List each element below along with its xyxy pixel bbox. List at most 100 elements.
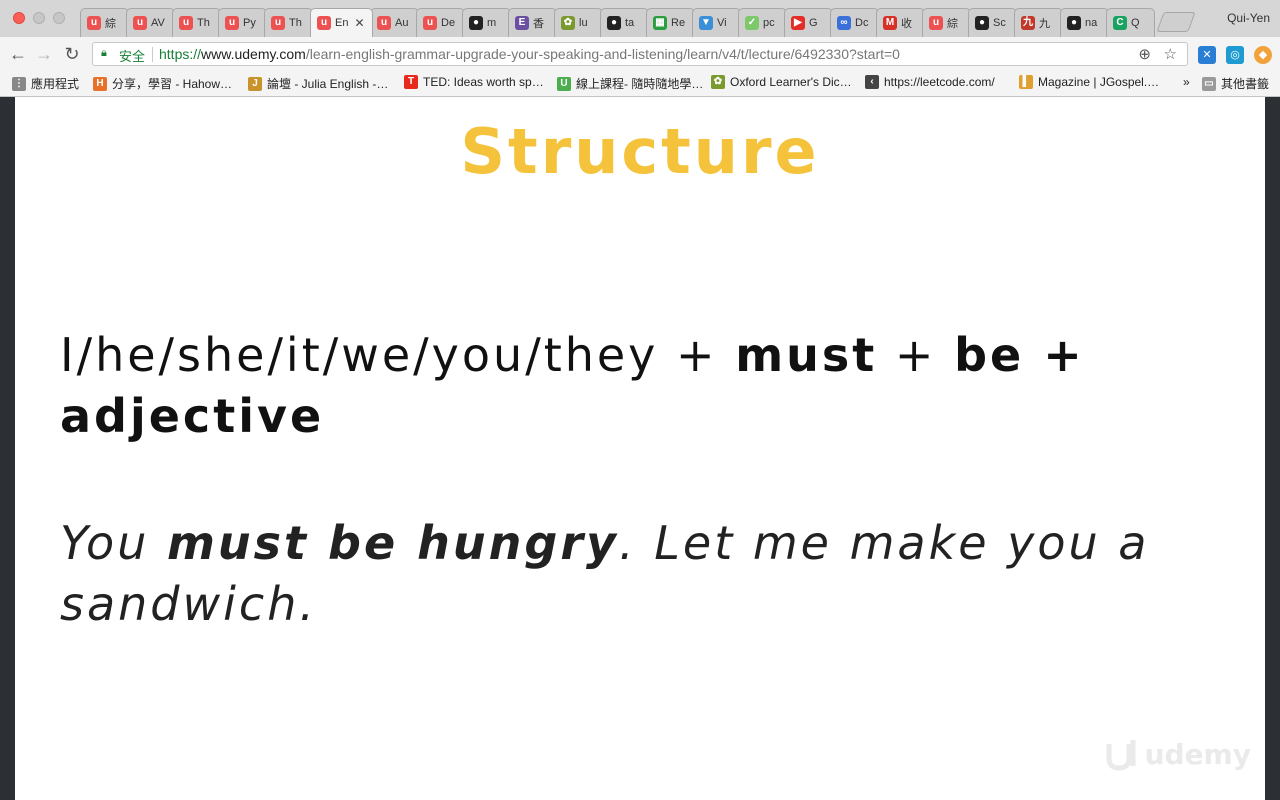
tab-8[interactable]: ● m — [462, 8, 511, 37]
tab-19[interactable]: ● Sc — [968, 8, 1017, 37]
bookmark-item[interactable]: ⋮ 應用程式 — [12, 75, 79, 92]
url-host: www.udemy.com — [201, 46, 306, 62]
tab-22[interactable]: CQ — [1106, 8, 1155, 37]
tab-5[interactable]: u En ✕ — [310, 8, 373, 37]
tab-10[interactable]: ✿ lu — [554, 8, 603, 37]
bookmark-item[interactable]: H 分享，學習 - Hahow… — [93, 75, 232, 92]
clover-icon: ✿ — [711, 75, 725, 89]
leetcode-icon: ‹ — [865, 75, 879, 89]
udemy-icon: u — [225, 16, 239, 30]
bookmark-star-icon[interactable]: ☆ — [1164, 45, 1177, 63]
tab-1[interactable]: u AV — [126, 8, 175, 37]
extension-camera-icon[interactable]: ◎ — [1226, 46, 1244, 64]
tab-20[interactable]: 九九 — [1014, 8, 1063, 37]
udemy-icon: u — [377, 16, 391, 30]
bookmark-item[interactable]: ▌ Magazine | JGospel.… — [1019, 75, 1159, 89]
lock-icon: 🔒︎ — [101, 47, 107, 59]
tab-label: m — [487, 17, 497, 29]
bookmarks-overflow-button[interactable]: » — [1183, 75, 1190, 89]
tab-18[interactable]: u綜 — [922, 8, 971, 37]
youtube-icon: ▶ — [791, 16, 805, 30]
tab-21[interactable]: ● na — [1060, 8, 1109, 37]
back-button[interactable]: ← — [8, 44, 28, 64]
url-path: /learn-english-grammar-upgrade-your-spea… — [305, 46, 900, 62]
filter-icon: ▼ — [699, 16, 713, 30]
bookmark-label: 應用程式 — [31, 77, 80, 91]
tab-label: Sc — [993, 17, 1006, 29]
tab-0[interactable]: u綜 — [80, 8, 129, 37]
lecture-slide: Structure I/he/she/it/we/you/they + must… — [15, 97, 1265, 800]
bookmark-item[interactable]: U 線上課程- 隨時隨地學… — [557, 75, 703, 92]
url-scheme: https:// — [159, 46, 202, 62]
tab-7[interactable]: u De — [416, 8, 465, 37]
tab-17[interactable]: M收 — [876, 8, 925, 37]
tab-label: Th — [289, 17, 302, 29]
tab-9[interactable]: E香 — [508, 8, 557, 37]
tab-15[interactable]: ▶ G — [784, 8, 833, 37]
extension-orange-icon[interactable]: ◆ — [1254, 46, 1272, 64]
udemy-icon: u — [179, 16, 193, 30]
gmail-icon: M — [883, 16, 897, 30]
tab-label: Au — [395, 17, 409, 29]
address-bar[interactable]: 🔒︎ 安全 https://www.udemy.com/learn-englis… — [92, 42, 1188, 66]
bookmark-label: 線上課程- 隨時隨地學… — [576, 77, 704, 91]
plus-sign: + — [877, 328, 955, 382]
tab-13[interactable]: ▼ Vi — [692, 8, 741, 37]
folder-icon: ▭ — [1202, 76, 1216, 91]
bookmark-item[interactable]: J 論壇 - Julia English -… — [248, 75, 388, 92]
bookmark-label: Magazine | JGospel.… — [1038, 75, 1160, 89]
tab-label: Re — [671, 17, 686, 29]
zoom-icon[interactable]: ⊕ — [1138, 45, 1151, 63]
bookmark-label: Oxford Learner's Dic… — [730, 75, 852, 89]
other-bookmarks-folder[interactable]: ▭ 其他書籤 — [1202, 75, 1269, 92]
tab-label: De — [441, 17, 456, 29]
tab-list: u 綜 u AV u Th u Py u Th u En ✕ u Au u De ● m E 香 ✿ lu ● ta ▦ Re ▼ Vi… — [80, 8, 1196, 37]
example-phrase: must be hungry — [166, 516, 620, 570]
tab-16[interactable]: ∞ Dc — [830, 8, 879, 37]
tab-2[interactable]: u Th — [172, 8, 221, 37]
tab-11[interactable]: ● ta — [600, 8, 649, 37]
udemy-icon: u — [317, 16, 331, 30]
nine-icon: 九 — [1021, 16, 1035, 30]
tab-12[interactable]: ▦ Re — [646, 8, 695, 37]
slide-title: Structure — [460, 115, 820, 188]
tab-label: Vi — [717, 17, 727, 29]
tab-label: na — [1085, 17, 1098, 29]
apps-grid-icon: ⋮ — [12, 76, 26, 91]
tab-close-icon[interactable]: ✕ — [354, 16, 364, 30]
clover-icon: ✿ — [561, 16, 575, 30]
bookmark-item[interactable]: ✿ Oxford Learner's Dic… — [711, 75, 852, 89]
minimize-window-button[interactable] — [33, 12, 45, 24]
tab-label: lu — [579, 17, 588, 29]
maximize-window-button[interactable] — [53, 12, 65, 24]
extension-x-icon[interactable]: ✕ — [1198, 46, 1216, 64]
tab-3[interactable]: u Py — [218, 8, 267, 37]
tab-label: 香 — [533, 18, 544, 30]
udemy-icon: u — [87, 16, 101, 30]
tab-label: 綜 — [105, 18, 116, 30]
tab-label: 收 — [901, 18, 912, 30]
bookmark-item[interactable]: ‹ https://leetcode.com/ — [865, 75, 995, 89]
profile-name[interactable]: Qui-Yen — [1227, 11, 1270, 25]
new-tab-button[interactable] — [1156, 12, 1196, 32]
must-keyword: must — [735, 328, 878, 382]
julia-icon: J — [248, 76, 262, 91]
forward-button[interactable]: → — [34, 44, 54, 64]
tab-14[interactable]: ✓ pc — [738, 8, 787, 37]
udemy-watermark: udemy — [1103, 736, 1251, 772]
tab-label: Th — [197, 17, 210, 29]
tab-label: AV — [151, 17, 165, 29]
close-window-button[interactable] — [13, 12, 25, 24]
browser-toolbar: ← → ↻ 🔒︎ 安全 https://www.udemy.com/learn-… — [0, 37, 1280, 72]
udemy-logo-icon — [1106, 740, 1136, 771]
tab-6[interactable]: u Au — [370, 8, 419, 37]
tab-4[interactable]: u Th — [264, 8, 313, 37]
reload-button[interactable]: ↻ — [62, 44, 82, 64]
be-keyword: be — [954, 328, 1025, 382]
bookmark-label: 論壇 - Julia English -… — [267, 77, 389, 91]
tab-label: En — [335, 17, 349, 29]
omnibox-divider — [152, 47, 153, 62]
github-icon: ● — [607, 16, 621, 30]
bookmark-item[interactable]: T TED: Ideas worth sp… — [404, 75, 544, 89]
udemy-watermark-text: udemy — [1144, 737, 1251, 771]
